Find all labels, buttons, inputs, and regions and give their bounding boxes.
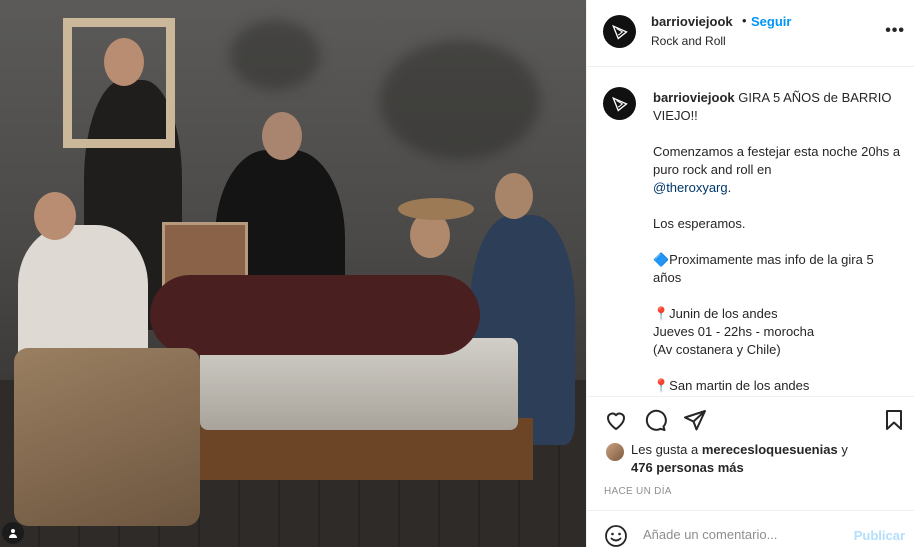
location-link[interactable]: Rock and Roll	[651, 34, 726, 48]
emoji-icon[interactable]	[604, 524, 628, 548]
post-photo[interactable]	[0, 0, 586, 547]
caption-text: barrioviejook GIRA 5 AÑOS de BARRIO VIEJ…	[653, 89, 903, 396]
wall-stain	[230, 20, 320, 90]
comment-icon[interactable]	[642, 407, 668, 433]
person-figure	[150, 275, 480, 355]
caption-area: barrioviejook GIRA 5 AÑOS de BARRIO VIEJ…	[587, 67, 914, 396]
header-username[interactable]: barrioviejook	[651, 14, 733, 29]
caption-paragraph: 📍Junin de los andes Jueves 01 - 22hs - m…	[653, 306, 815, 357]
heart-icon[interactable]	[603, 407, 629, 433]
separator-dot: •	[742, 13, 747, 28]
avatar[interactable]	[603, 15, 636, 48]
likes-prefix: Les gusta a	[631, 442, 699, 457]
cowboy-hat	[398, 198, 474, 220]
caption-avatar[interactable]	[603, 87, 636, 120]
comment-input[interactable]	[643, 527, 843, 542]
post-timestamp[interactable]: HACE UN DÍA	[604, 486, 672, 497]
likes-text: Les gusta a merecesloquesuenias y 476 pe…	[631, 441, 901, 477]
liker-username[interactable]: merecesloquesuenias	[702, 442, 838, 457]
person-head	[262, 112, 302, 160]
likes-count-link[interactable]: 476 personas más	[631, 460, 744, 475]
action-bar	[587, 396, 914, 444]
caption-paragraph: Los esperamos.	[653, 216, 746, 231]
person-head	[34, 192, 76, 240]
user-tag-icon[interactable]	[2, 522, 24, 544]
post-header: barrioviejook • Seguir Rock and Roll •••	[587, 0, 914, 67]
band-logo-icon	[611, 96, 628, 112]
person-head	[495, 173, 533, 219]
caption-paragraph: Comenzamos a festejar esta noche 20hs a …	[653, 144, 901, 177]
wall-stain	[380, 40, 540, 160]
caption-username[interactable]: barrioviejook	[653, 90, 735, 105]
suitcase	[14, 348, 200, 526]
post-panel: barrioviejook • Seguir Rock and Roll •••…	[586, 0, 914, 547]
more-options-icon[interactable]: •••	[885, 22, 905, 40]
caption-paragraph: 📍San martin de los andes	[653, 378, 810, 393]
band-logo-icon	[611, 24, 628, 40]
liker-avatar[interactable]	[606, 443, 624, 461]
publish-button[interactable]: Publicar	[854, 528, 905, 543]
paper-plane-icon[interactable]	[682, 407, 708, 433]
caption-punctuation: .	[727, 180, 732, 195]
mention-link[interactable]: @theroxyarg	[653, 180, 728, 195]
wooden-frame	[63, 18, 175, 148]
bookmark-icon[interactable]	[881, 407, 907, 433]
comment-bar: Publicar	[587, 510, 914, 547]
likes-connector: y	[841, 442, 848, 457]
follow-button[interactable]: Seguir	[751, 14, 791, 29]
caption-paragraph: 🔷Proximamente mas info de la gira 5 años	[653, 252, 874, 285]
